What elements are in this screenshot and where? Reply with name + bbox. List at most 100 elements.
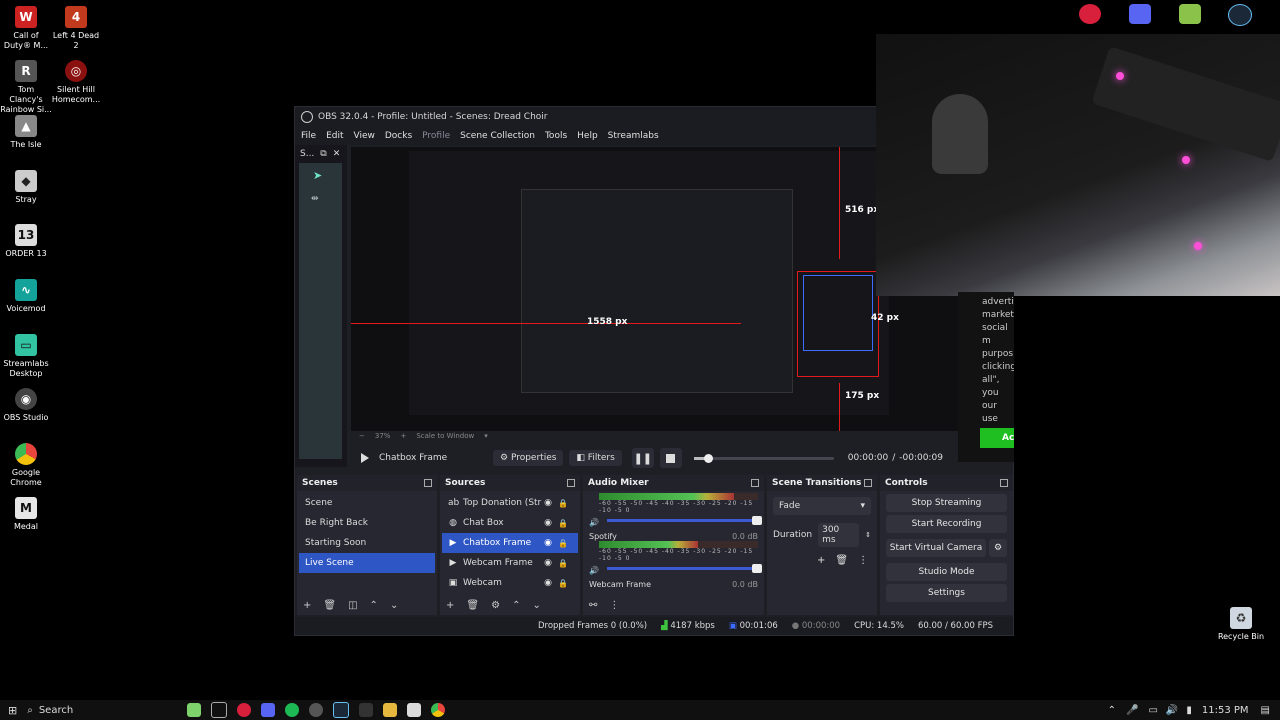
gear-icon[interactable]: ⚙ <box>491 600 500 611</box>
desktop-icon-cod[interactable]: W Call of Duty® M... <box>0 6 52 51</box>
scale-mode[interactable]: Scale to Window <box>416 432 474 440</box>
seek-handle[interactable] <box>703 453 713 463</box>
up-icon[interactable]: ⌃ <box>512 600 520 611</box>
menu-scene-collection[interactable]: Scene Collection <box>460 131 535 141</box>
speaker-icon[interactable]: 🔊 <box>589 518 599 527</box>
filters-button[interactable]: ◧ Filters <box>569 450 622 466</box>
source-item-selected[interactable]: ▶ Chatbox Frame ◉ 🔒 <box>442 533 578 553</box>
chevron-down-icon[interactable]: ▾ <box>484 432 488 440</box>
media-seek-slider[interactable] <box>693 453 834 463</box>
more-icon[interactable]: ⋮ <box>609 600 619 611</box>
scene-item[interactable]: Starting Soon <box>299 533 435 553</box>
studio-mode-button[interactable]: Studio Mode <box>886 563 1007 581</box>
play-icon[interactable] <box>361 453 369 463</box>
chrome-icon[interactable] <box>431 703 446 717</box>
desktop-icon-notepad-plus[interactable] <box>1162 4 1218 26</box>
desktop-icon-the-isle[interactable]: ▲ The Isle <box>0 115 52 150</box>
undock-icon[interactable] <box>1000 479 1008 487</box>
eye-icon[interactable]: ◉ <box>544 538 552 548</box>
stop-button[interactable] <box>659 448 682 468</box>
desktop-icon-stray[interactable]: ◆ Stray <box>0 170 52 205</box>
pause-button[interactable]: ❚❚ <box>631 448 654 468</box>
scene-item[interactable]: Be Right Back <box>299 513 435 533</box>
network-icon[interactable]: ▭ <box>1148 705 1157 716</box>
volume-slider[interactable] <box>607 516 762 525</box>
opera-gx-icon[interactable] <box>237 703 252 717</box>
volume-icon[interactable]: 🔊 <box>1166 705 1178 716</box>
desktop-icon-streamlabs[interactable]: ▭ Streamlabs Desktop <box>0 334 52 379</box>
virtual-camera-settings-button[interactable]: ⚙ <box>989 539 1007 557</box>
properties-button[interactable]: ⚙ Properties <box>493 450 564 466</box>
zoom-out-button[interactable]: − <box>359 432 365 440</box>
lock-icon[interactable]: 🔒 <box>558 519 568 528</box>
spinner-icon[interactable]: ⇕ <box>865 531 871 539</box>
lock-icon[interactable]: 🔒 <box>558 499 568 508</box>
up-icon[interactable]: ⌃ <box>370 600 378 611</box>
notification-icon[interactable]: ▤ <box>1261 705 1270 716</box>
microphone-icon[interactable]: 🎤 <box>1126 705 1138 716</box>
source-item[interactable]: ab Top Donation (Str ◉ 🔒 <box>442 493 578 513</box>
more-icon[interactable]: ⋮ <box>858 555 868 566</box>
menu-streamlabs[interactable]: Streamlabs <box>608 131 659 141</box>
start-virtual-camera-button[interactable]: Start Virtual Camera <box>886 539 986 557</box>
preview-canvas[interactable]: 516 px 42 px 175 px 1558 px <box>351 147 963 431</box>
desktop-icon-opera-gx[interactable] <box>1062 4 1118 26</box>
eye-icon[interactable]: ◉ <box>544 558 552 568</box>
desktop-icon-voicemod[interactable]: ∿ Voicemod <box>0 279 52 314</box>
clock[interactable]: 11:53 PM <box>1202 705 1249 716</box>
duration-input[interactable]: 300 ms <box>818 523 860 547</box>
menu-docks[interactable]: Docks <box>385 131 412 141</box>
source-item[interactable]: ◍ Chat Box ◉ 🔒 <box>442 513 578 533</box>
settings-button[interactable]: Settings <box>886 584 1007 602</box>
menu-file[interactable]: File <box>301 131 316 141</box>
lock-icon[interactable]: 🔒 <box>558 559 568 568</box>
accept-cookies-button[interactable]: Ac <box>980 428 1014 448</box>
calendar-icon[interactable] <box>407 703 422 717</box>
search-box[interactable]: ⌕ Search <box>27 705 147 716</box>
desktop-icon-l4d2[interactable]: 4 Left 4 Dead 2 <box>50 6 102 51</box>
desktop-icon-order-13[interactable]: 13 ORDER 13 <box>0 224 52 259</box>
filter-icon[interactable]: ◫ <box>348 600 357 611</box>
add-icon[interactable]: + <box>446 600 454 611</box>
add-icon[interactable]: + <box>303 600 311 611</box>
link-icon[interactable]: ⚯ <box>589 600 597 611</box>
source-item[interactable]: ▣ Webcam ◉ 🔒 <box>442 573 578 593</box>
volume-handle[interactable] <box>752 564 762 573</box>
desktop-icon-rainbow-six[interactable]: R Tom Clancy's Rainbow Si... <box>0 60 52 115</box>
desktop-icon-obs[interactable]: ◉ OBS Studio <box>0 388 52 423</box>
eye-icon[interactable]: ◉ <box>544 518 552 528</box>
eye-icon[interactable]: ◉ <box>544 498 552 508</box>
menu-edit[interactable]: Edit <box>326 131 343 141</box>
trash-icon[interactable]: 🗑 <box>323 600 336 611</box>
scene-item[interactable]: Scene <box>299 493 435 513</box>
speaker-icon[interactable]: 🔊 <box>589 566 599 575</box>
desktop-icon-medal[interactable]: M Medal <box>0 497 52 532</box>
undock-icon[interactable] <box>864 479 872 487</box>
lock-icon[interactable]: 🔒 <box>558 579 568 588</box>
send-icon[interactable]: ➤ <box>313 169 342 182</box>
transition-select[interactable]: Fade ▾ <box>773 497 871 515</box>
stop-streaming-button[interactable]: Stop Streaming <box>886 494 1007 512</box>
start-recording-button[interactable]: Start Recording <box>886 515 1007 533</box>
desktop-icon-silent-hill[interactable]: ◎ Silent Hill Homecom... <box>50 60 102 105</box>
chevron-up-icon[interactable]: ⌃ <box>1108 705 1116 716</box>
close-icon[interactable]: ✕ <box>333 149 341 159</box>
desktop-icon-steam[interactable] <box>1212 4 1268 28</box>
battery-icon[interactable]: ▮ <box>1186 705 1192 716</box>
windows-start-icon[interactable]: ⊞ <box>8 704 17 717</box>
down-icon[interactable]: ⌄ <box>532 600 540 611</box>
desktop-icon-discord[interactable] <box>1112 4 1168 26</box>
menu-profile[interactable]: Profile <box>422 131 450 141</box>
trash-icon[interactable]: 🗑 <box>835 555 848 566</box>
widgets-icon[interactable] <box>187 703 202 717</box>
volume-slider[interactable] <box>607 564 762 573</box>
desktop-icon-chrome[interactable]: Google Chrome <box>0 443 52 488</box>
folder-icon[interactable] <box>383 703 398 717</box>
menu-tools[interactable]: Tools <box>545 131 567 141</box>
add-icon[interactable]: + <box>817 555 825 566</box>
spotify-icon[interactable] <box>285 703 300 717</box>
zoom-in-button[interactable]: + <box>400 432 406 440</box>
scene-item-selected[interactable]: Live Scene <box>299 553 435 573</box>
discord-icon[interactable] <box>261 703 276 717</box>
terminal-icon[interactable] <box>359 703 374 717</box>
